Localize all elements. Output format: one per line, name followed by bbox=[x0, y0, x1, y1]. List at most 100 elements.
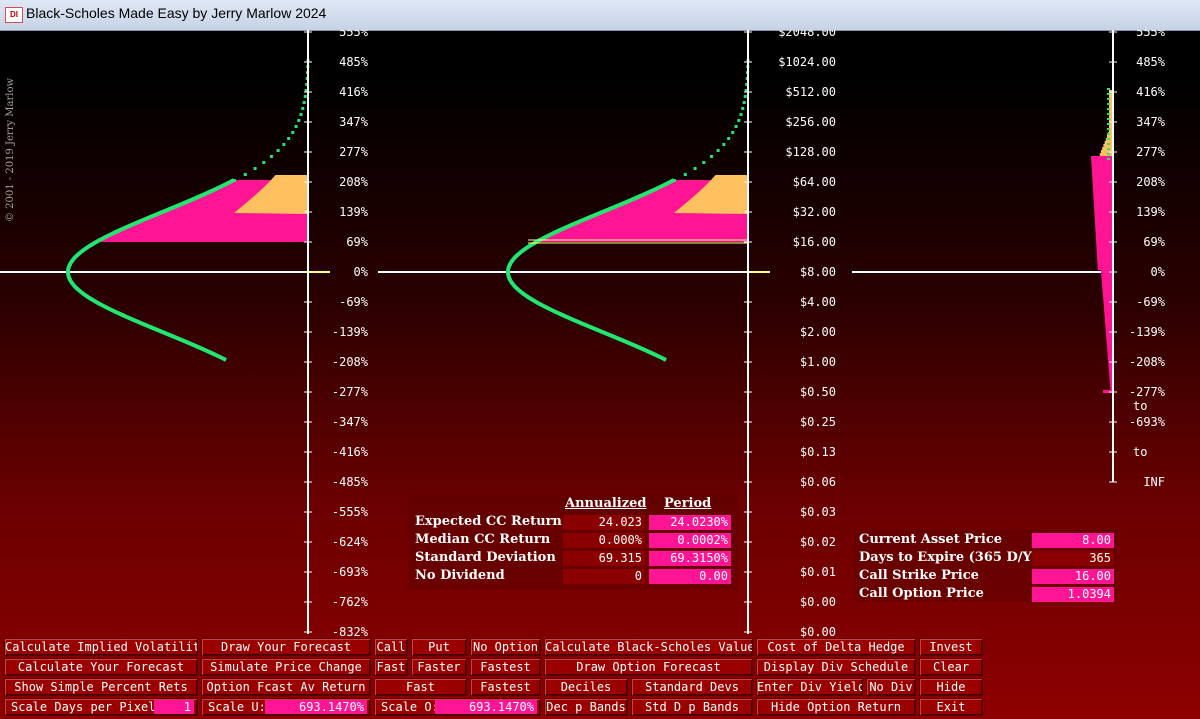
period-value: 0.0002% bbox=[649, 533, 731, 548]
mid-axis-tick-label: $1.00 bbox=[800, 355, 836, 369]
mid-bell-tail-dot bbox=[716, 149, 720, 152]
annualized-value: 24.023 bbox=[563, 515, 645, 530]
right-hist-bar bbox=[1093, 204, 1113, 207]
left-axis-tick-label: 347% bbox=[339, 115, 369, 129]
left-bell-tail-dot bbox=[232, 179, 236, 182]
calculate-black-scholes-button[interactable]: Calculate Black-Scholes Value bbox=[544, 638, 753, 656]
cost-of-delta-hedge-button[interactable]: Cost of Delta Hedge bbox=[756, 638, 916, 656]
right-hist-dot bbox=[1107, 88, 1110, 90]
current-asset-price-value: 8.00 bbox=[1032, 533, 1114, 548]
right-hist-bar bbox=[1094, 219, 1113, 222]
calculate-implied-volatility-button[interactable]: Calculate Implied Volatility bbox=[4, 638, 198, 656]
no-option-button[interactable]: No Option bbox=[470, 638, 541, 656]
right-hist-bar bbox=[1093, 201, 1113, 204]
scale-days-value[interactable]: 1 bbox=[154, 700, 194, 714]
enter-div-yield-button[interactable]: Enter Div Yield bbox=[756, 678, 863, 696]
std-d-p-bands-button[interactable]: Std D p Bands bbox=[631, 698, 753, 716]
fast-button[interactable]: Fast bbox=[374, 658, 408, 676]
fast-button[interactable]: Fast bbox=[374, 678, 467, 696]
left-bell-tail-dot bbox=[302, 101, 306, 104]
calculate-your-forecast-button[interactable]: Calculate Your Forecast bbox=[4, 658, 198, 676]
left-bell-tail-dot bbox=[294, 125, 298, 128]
left-bell-tail-dot bbox=[297, 119, 301, 122]
right-axis-to-label: to bbox=[1133, 399, 1147, 413]
right-hist-dot bbox=[1107, 98, 1110, 100]
hide-button[interactable]: Hide bbox=[919, 678, 983, 696]
right-hist-bar bbox=[1097, 267, 1113, 270]
left-bell-tail-dot bbox=[269, 155, 273, 158]
right-hist-bar bbox=[1093, 192, 1113, 195]
right-axis-tick-label: 347% bbox=[1136, 115, 1166, 129]
right-axis-tick-label: 0% bbox=[1151, 265, 1166, 279]
left-axis-tick-label: 0% bbox=[354, 265, 369, 279]
mid-bell-tail-dot bbox=[739, 113, 743, 116]
mid-axis-tick-label: $8.00 bbox=[800, 265, 836, 279]
right-hist-dot bbox=[1107, 113, 1110, 115]
exit-button[interactable]: Exit bbox=[919, 698, 983, 716]
right-axis-to-label: to bbox=[1133, 445, 1147, 459]
right-hist-bar bbox=[1103, 297, 1113, 300]
dec-p-bands-button[interactable]: Dec p Bands bbox=[544, 698, 628, 716]
right-hist-bar bbox=[1103, 306, 1113, 309]
standard-devs-button[interactable]: Standard Devs bbox=[631, 678, 753, 696]
right-hist-bar bbox=[1101, 279, 1113, 282]
right-hist-bar bbox=[1093, 198, 1113, 201]
invest-button[interactable]: Invest bbox=[919, 638, 983, 656]
right-hist-bar bbox=[1095, 237, 1113, 240]
simulate-price-change-button[interactable]: Simulate Price Change bbox=[201, 658, 371, 676]
clear-button[interactable]: Clear bbox=[919, 658, 983, 676]
fastest-button[interactable]: Fastest bbox=[470, 678, 541, 696]
left-axis-tick-label: -762% bbox=[332, 595, 369, 609]
mid-axis-tick-label: $0.00 bbox=[800, 595, 836, 609]
right-hist-bar bbox=[1104, 309, 1113, 312]
mid-bell-tail-dot bbox=[737, 119, 741, 122]
mid-axis-tick-label: $0.25 bbox=[800, 415, 836, 429]
mid-axis-tick-label: $512.00 bbox=[785, 85, 836, 99]
right-axis-tick-label: -277% bbox=[1129, 385, 1166, 399]
mid-axis-tick-label: $4.00 bbox=[800, 295, 836, 309]
option-fcast-av-return-button[interactable]: Option Fcast Av Return bbox=[201, 678, 371, 696]
right-hist-bar bbox=[1096, 249, 1113, 252]
display-div-schedule-button[interactable]: Display Div Schedule bbox=[756, 658, 916, 676]
app-icon: DI bbox=[5, 7, 23, 23]
right-hist-dot bbox=[1107, 123, 1110, 125]
right-hist-bar bbox=[1101, 282, 1113, 285]
right-axis-tick-label: -208% bbox=[1129, 355, 1166, 369]
left-bell-tail-dot bbox=[262, 161, 266, 164]
deciles-button[interactable]: Deciles bbox=[544, 678, 628, 696]
faster-button[interactable]: Faster bbox=[411, 658, 467, 676]
scale-o-value[interactable]: 693.1470% bbox=[435, 700, 537, 714]
right-hist-bar bbox=[1101, 276, 1113, 279]
period-value: 24.0230% bbox=[649, 515, 731, 530]
show-simple-percent-rets-button[interactable]: Show Simple Percent Rets bbox=[4, 678, 198, 696]
right-hist-bar bbox=[1091, 162, 1113, 165]
put-button[interactable]: Put bbox=[411, 638, 467, 656]
no-div-button[interactable]: No Div bbox=[866, 678, 916, 696]
hide-option-return-button[interactable]: Hide Option Return bbox=[756, 698, 916, 716]
left-axis-tick-label: 485% bbox=[339, 55, 369, 69]
days-to-expire-value: 365 bbox=[1032, 551, 1114, 566]
left-bell-tail-dot bbox=[243, 173, 247, 176]
mid-bell-tail-dot bbox=[734, 125, 738, 128]
right-hist-bar bbox=[1091, 168, 1113, 171]
right-hist-bar bbox=[1102, 294, 1113, 297]
call-button[interactable]: Call bbox=[374, 638, 408, 656]
option-table: Current Asset Price 8.00 Days to Expire … bbox=[855, 530, 1117, 602]
scale-u-value[interactable]: 693.1470% bbox=[265, 700, 367, 714]
right-hist-bar bbox=[1095, 225, 1113, 228]
mid-axis-tick-label: $0.06 bbox=[800, 475, 836, 489]
right-hist-bar bbox=[1103, 303, 1113, 306]
right-hist-bar bbox=[1092, 186, 1113, 189]
right-hist-bar bbox=[1095, 222, 1113, 225]
row-label: No Dividend bbox=[415, 568, 505, 583]
left-axis-tick-label: 139% bbox=[339, 205, 369, 219]
annualized-value: 0 bbox=[563, 569, 645, 584]
fastest-button[interactable]: Fastest bbox=[470, 658, 541, 676]
draw-option-forecast-button[interactable]: Draw Option Forecast bbox=[544, 658, 753, 676]
right-hist-bar bbox=[1104, 318, 1113, 321]
annualized-value: 0.000% bbox=[563, 533, 645, 548]
col-header-annualized: Annualized bbox=[565, 496, 647, 511]
right-hist-dot bbox=[1107, 128, 1110, 130]
right-hist-bar bbox=[1094, 207, 1113, 210]
draw-your-forecast-button[interactable]: Draw Your Forecast bbox=[201, 638, 371, 656]
